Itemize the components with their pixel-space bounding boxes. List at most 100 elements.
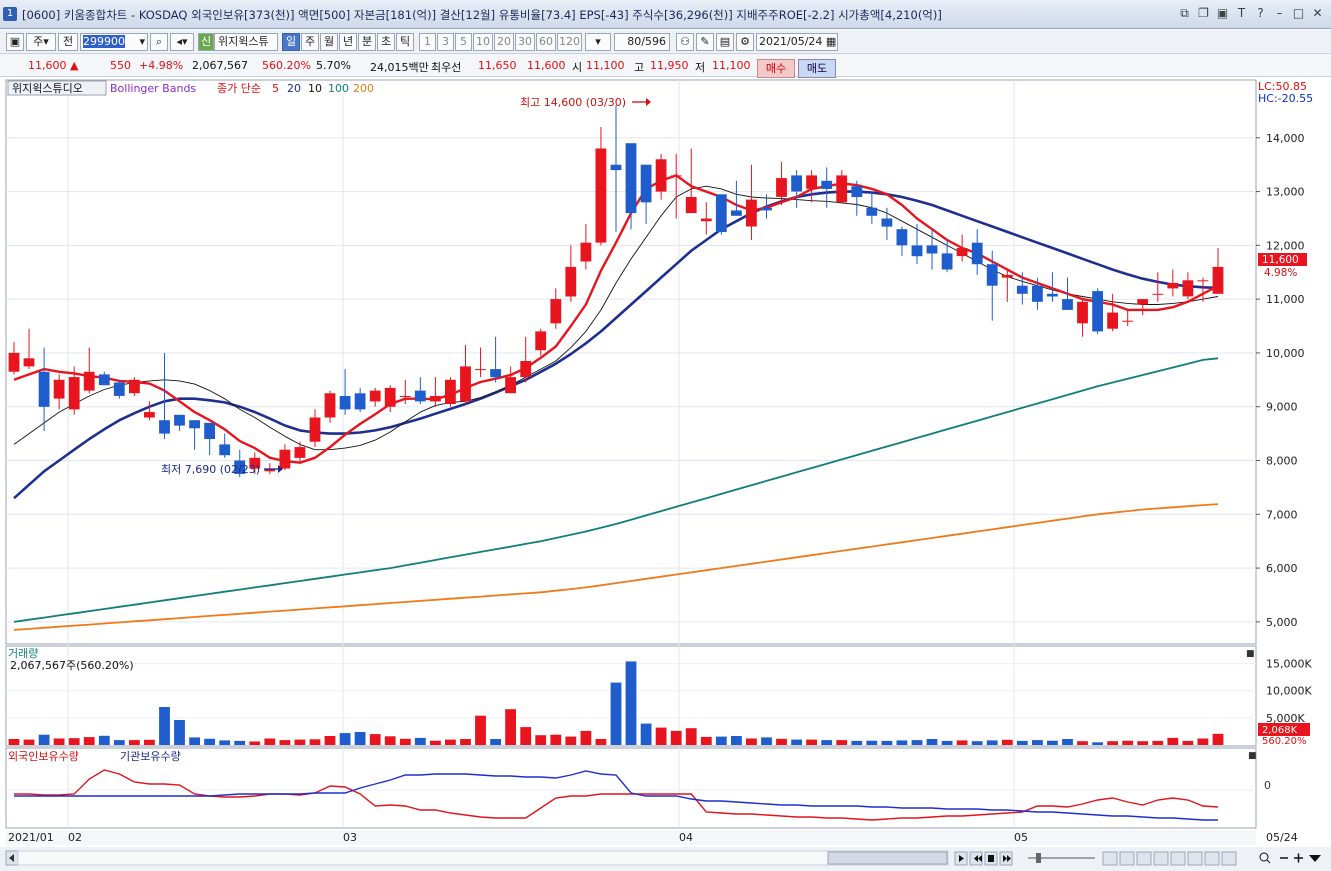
legend-ma20[interactable]: 20: [287, 82, 301, 95]
tool-icon-8[interactable]: [1221, 851, 1237, 866]
price-tick-label: 5,000: [1266, 616, 1298, 629]
volume-bar: [1062, 739, 1073, 745]
candle-body: [1107, 312, 1118, 329]
minimize-icon[interactable]: –: [1272, 6, 1287, 21]
candle-body: [369, 390, 381, 402]
buy-button[interactable]: 매수: [757, 59, 795, 78]
legend-bollinger[interactable]: Bollinger Bands: [110, 82, 196, 95]
date-field[interactable]: 2021/05/24 ▦: [756, 33, 838, 51]
volume-bar: [279, 740, 291, 745]
sound-icon[interactable]: ◂▾: [170, 33, 194, 51]
volume-bar: [68, 738, 80, 745]
tool-icon-4[interactable]: [1153, 851, 1169, 866]
count-5[interactable]: 5: [455, 33, 472, 51]
market-select[interactable]: 전: [58, 33, 78, 51]
tool-icon-2[interactable]: [1119, 851, 1135, 866]
count-120[interactable]: 120: [557, 33, 582, 51]
legend-ma10[interactable]: 10: [308, 82, 322, 95]
quote-bar: 11,600 ▲ 550 +4.98% 2,067,567 560.20% 5.…: [0, 54, 1331, 78]
foreign-holding-title[interactable]: 외국인보유수량: [8, 750, 79, 763]
layout-icon[interactable]: ▣: [6, 33, 24, 51]
legend-ma5[interactable]: 5: [272, 82, 279, 95]
tool-icon-3[interactable]: [1136, 851, 1152, 866]
copy-icon[interactable]: ❐: [1196, 6, 1211, 21]
legend-ma100[interactable]: 100: [328, 82, 349, 95]
volume-bar: [971, 741, 983, 745]
holding-close-icon[interactable]: ■: [1248, 751, 1257, 761]
search-icon[interactable]: ⌕: [150, 33, 168, 51]
interval-second[interactable]: 초: [377, 33, 395, 51]
volume-bar: [926, 739, 938, 745]
volume-bar: [866, 740, 878, 745]
settings-icon[interactable]: ⚙: [736, 33, 754, 51]
candle-body: [776, 178, 787, 197]
candle-body: [53, 379, 65, 399]
candle-body: [219, 444, 231, 456]
institution-holding-title[interactable]: 기관보유수량: [120, 750, 181, 763]
lock-icon[interactable]: ▣: [1215, 6, 1230, 21]
zoom-slider-handle[interactable]: [1036, 853, 1041, 863]
volume-bar: [821, 740, 833, 745]
count-10[interactable]: 10: [473, 33, 493, 51]
volume-close-icon[interactable]: ■: [1246, 649, 1255, 659]
candle-body: [956, 248, 968, 257]
candle-body: [821, 180, 833, 189]
volume-bar: [1016, 740, 1028, 745]
legend-ma-label[interactable]: 종가 단순: [217, 82, 261, 95]
candle-body: [520, 361, 532, 378]
period-select[interactable]: 주▾: [26, 33, 56, 51]
tool-icon-6[interactable]: [1187, 851, 1203, 866]
volume-bar: [354, 732, 366, 745]
candle-body: [1212, 266, 1224, 294]
candle-body: [83, 371, 95, 391]
interval-month[interactable]: 월: [320, 33, 338, 51]
tool-icon-1[interactable]: [1102, 851, 1118, 866]
tool-icon-7[interactable]: [1204, 851, 1220, 866]
maximize-icon[interactable]: □: [1291, 6, 1306, 21]
count-1[interactable]: 1: [419, 33, 436, 51]
stock-name-field[interactable]: 위지윅스튜: [214, 33, 278, 51]
interval-minute[interactable]: 분: [358, 33, 376, 51]
candle-body: [1152, 293, 1164, 295]
sell-button[interactable]: 매도: [798, 59, 836, 78]
view-count[interactable]: 80/596: [614, 33, 670, 51]
close-icon[interactable]: ✕: [1310, 6, 1325, 21]
interval-day[interactable]: 일: [282, 33, 300, 51]
price-tick-label: 10,000: [1266, 347, 1305, 360]
candle-body: [550, 299, 562, 324]
count-select[interactable]: ▾: [585, 33, 611, 51]
count-20[interactable]: 20: [494, 33, 514, 51]
window-buttons: ⧉ ❐ ▣ T ? – □ ✕: [1177, 6, 1325, 21]
legend-stock[interactable]: 위지윅스튜디오: [12, 82, 83, 95]
count-3[interactable]: 3: [437, 33, 454, 51]
count-30[interactable]: 30: [515, 33, 535, 51]
interval-year[interactable]: 년: [339, 33, 357, 51]
volume-tick-label: 5,000K: [1266, 712, 1305, 725]
text-icon[interactable]: T: [1234, 6, 1249, 21]
count-60[interactable]: 60: [536, 33, 556, 51]
candle-body: [1032, 285, 1043, 302]
save-icon[interactable]: ▤: [716, 33, 734, 51]
best-quote-label: 최우선: [431, 61, 462, 74]
help-icon[interactable]: ?: [1253, 6, 1268, 21]
scroll-track[interactable]: [17, 850, 949, 866]
draw-icon[interactable]: ✎: [696, 33, 714, 51]
overlap-icon[interactable]: ⚇: [676, 33, 694, 51]
candle-body: [1077, 301, 1088, 324]
volume-bar: [640, 723, 652, 745]
interval-week[interactable]: 주: [301, 33, 319, 51]
link-icon[interactable]: ⧉: [1177, 6, 1192, 21]
scroll-thumb[interactable]: [827, 851, 948, 865]
volume-bar: [520, 727, 532, 745]
stock-code-input[interactable]: 299900 ▾: [80, 33, 148, 51]
tool-icon-5[interactable]: [1170, 851, 1186, 866]
legend-ma200[interactable]: 200: [353, 82, 374, 95]
low-price: 11,100: [712, 59, 751, 72]
interval-tick[interactable]: 틱: [396, 33, 414, 51]
volume-bar: [8, 739, 20, 745]
high-price: 11,950: [650, 59, 689, 72]
candle-body: [460, 366, 471, 402]
volume-bar: [1032, 740, 1043, 745]
candle-body: [670, 175, 682, 177]
volume-bar: [911, 740, 923, 745]
